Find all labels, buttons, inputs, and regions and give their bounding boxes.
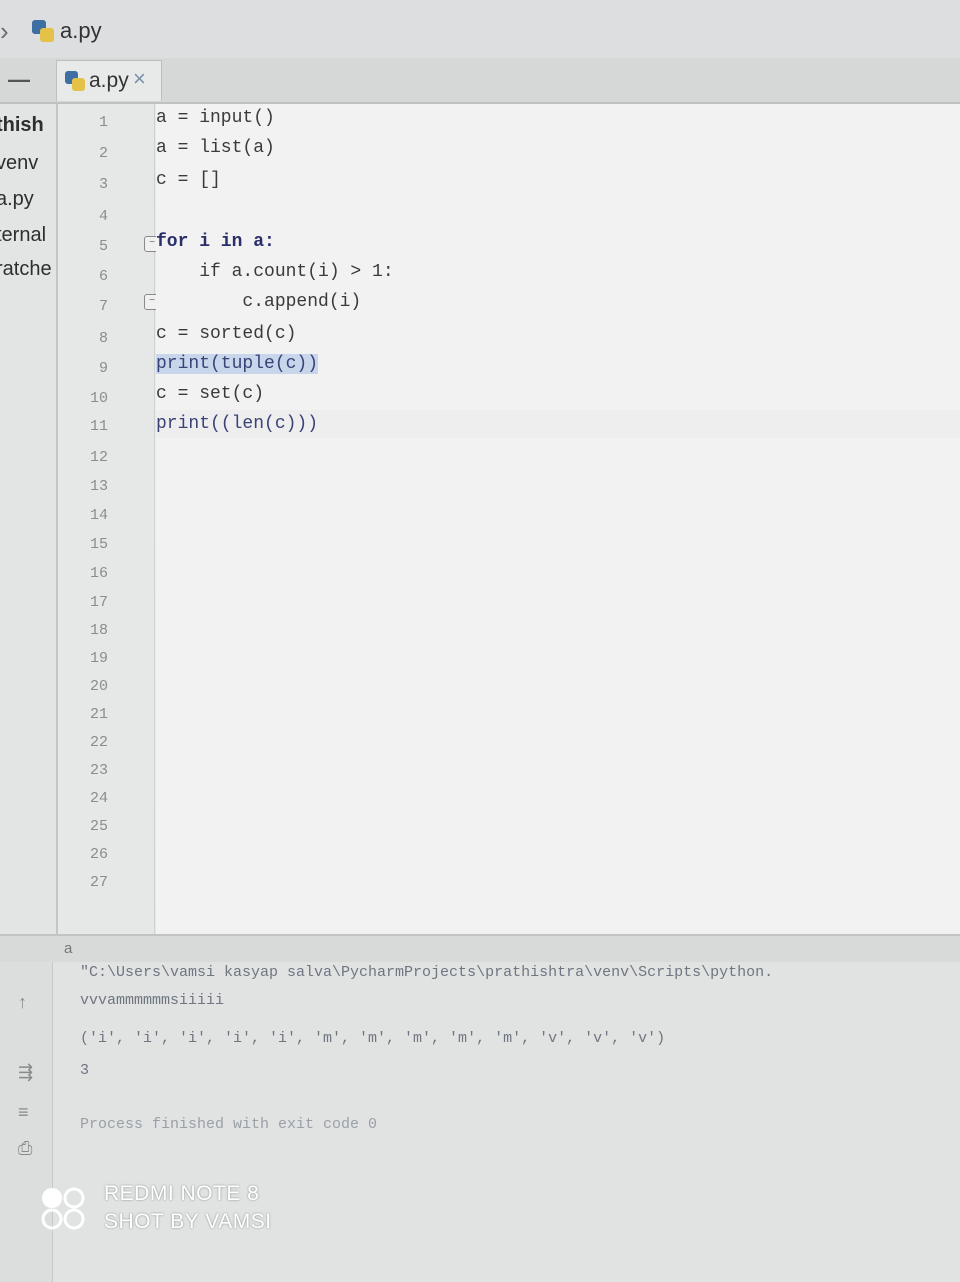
run-input-echo: vvvammmmmmsiiiii <box>80 992 225 1009</box>
line-number: 21 <box>89 706 108 723</box>
breadcrumb-arrow-icon: › <box>0 16 9 46</box>
run-tab-bar: a <box>0 936 960 962</box>
tab-a-py[interactable]: a.py × <box>56 60 162 101</box>
code-line-6: if a.count(i) > 1: <box>156 262 394 282</box>
run-count-output: 3 <box>80 1062 90 1079</box>
code-line-7: c.append(i) <box>156 292 362 312</box>
line-number: 16 <box>89 565 108 582</box>
line-number: 5 <box>98 238 108 255</box>
run-command: "C:\Users\vamsi kasyap salva\PycharmProj… <box>80 964 774 981</box>
breadcrumb-file[interactable]: a.py <box>60 18 102 44</box>
line-number: 13 <box>89 478 108 495</box>
line-number: 23 <box>89 762 108 779</box>
navigation-bar: › a.py <box>0 0 960 59</box>
project-item-a-py[interactable]: a.py <box>0 188 34 211</box>
code-line-1: a = input() <box>156 108 275 128</box>
watermark-device: REDMI NOTE 8 <box>104 1182 260 1205</box>
line-number: 7 <box>98 298 108 315</box>
screen-photo: › a.py — a.py × thish venv a.py ternal r… <box>0 0 960 1282</box>
editor-tab-bar: — a.py × <box>0 58 960 104</box>
run-toolbar: ↑ ⇶ ≡ ⎙ <box>0 962 53 1282</box>
line-number: 17 <box>89 594 108 611</box>
project-item-scratches[interactable]: ratche <box>0 258 52 281</box>
soft-wrap-icon[interactable]: ⇶ <box>18 1062 33 1083</box>
run-tab-a[interactable]: a <box>64 940 72 957</box>
line-number: 12 <box>89 449 108 466</box>
line-number: 24 <box>89 790 108 807</box>
code-line-8: c = sorted(c) <box>156 324 297 344</box>
project-item-external[interactable]: ternal <box>0 224 46 247</box>
line-number: 6 <box>98 268 108 285</box>
collapse-icon[interactable]: — <box>8 67 30 93</box>
line-number: 2 <box>98 145 108 162</box>
line-number: 19 <box>89 650 108 667</box>
line-number: 1 <box>98 114 108 131</box>
line-number: 27 <box>89 874 108 891</box>
line-number: 25 <box>89 818 108 835</box>
tab-label: a.py <box>89 69 129 92</box>
line-number: 4 <box>98 208 108 225</box>
close-icon[interactable]: × <box>133 66 146 92</box>
line-number-gutter: 1 2 3 4 5 6 7 8 9 10 11 12 13 14 15 16 1… <box>58 104 160 934</box>
line-number: 9 <box>98 360 108 377</box>
project-item-root[interactable]: thish <box>0 114 44 137</box>
line-number: 11 <box>89 418 108 435</box>
line-number: 14 <box>89 507 108 524</box>
watermark-author: SHOT BY VAMSI <box>104 1210 272 1233</box>
dual-camera-logo-icon <box>41 1187 85 1230</box>
line-number: 26 <box>89 846 108 863</box>
line-number: 22 <box>89 734 108 751</box>
line-number: 3 <box>98 176 108 193</box>
code-line-3: c = [] <box>156 170 221 190</box>
rerun-icon[interactable]: ↑ <box>18 992 27 1013</box>
line-number: 8 <box>98 330 108 347</box>
code-line-2: a = list(a) <box>156 138 275 158</box>
code-editor[interactable]: a = input() a = list(a) c = [] for i in … <box>156 104 960 934</box>
line-number: 18 <box>89 622 108 639</box>
project-item-venv[interactable]: venv <box>0 152 38 175</box>
python-file-icon <box>65 71 85 91</box>
run-tuple-output: ('i', 'i', 'i', 'i', 'i', 'm', 'm', 'm',… <box>80 1030 666 1047</box>
run-finished-message: Process finished with exit code 0 <box>80 1116 378 1133</box>
code-line-10: c = set(c) <box>156 384 265 404</box>
code-line-5: for i in a: <box>156 232 275 252</box>
project-pane: thish venv a.py ternal ratche <box>0 104 58 934</box>
line-number: 10 <box>89 390 108 407</box>
print-icon[interactable]: ⎙ <box>18 1138 32 1159</box>
code-line-9: print(tuple(c)) <box>156 354 319 374</box>
python-file-icon <box>32 20 54 42</box>
scroll-end-icon[interactable]: ≡ <box>18 1102 29 1123</box>
code-line-11: print((len(c))) <box>156 414 319 434</box>
line-number: 15 <box>89 536 108 553</box>
line-number: 20 <box>89 678 108 695</box>
